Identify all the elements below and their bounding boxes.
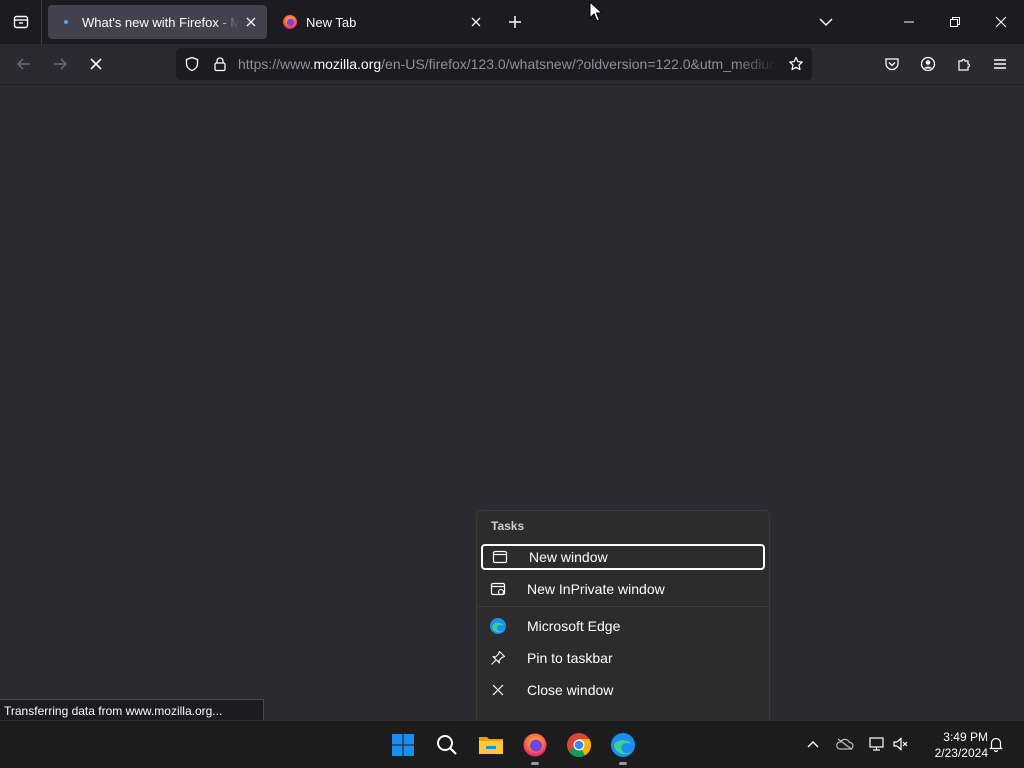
search-icon [437, 735, 457, 755]
tab-bar: What's new with Firefox - More New Tab [0, 0, 1024, 44]
jump-list-label: New window [529, 549, 608, 565]
jump-list-microsoft-edge[interactable]: Microsoft Edge [481, 613, 765, 639]
volume-tray-button[interactable] [890, 733, 912, 755]
edge-taskbar-button[interactable] [603, 725, 643, 765]
chevron-up-icon [807, 741, 819, 748]
address-bar[interactable]: https://www.mozilla.org/en-US/firefox/12… [176, 48, 812, 80]
tracking-protection-shield-icon[interactable] [184, 56, 200, 72]
firefox-view-button[interactable] [0, 0, 42, 44]
pocket-button[interactable] [876, 48, 908, 80]
firefox-taskbar-button[interactable] [515, 725, 555, 765]
url-prefix: https://www. [238, 56, 314, 72]
app-menu-button[interactable] [984, 48, 1016, 80]
hamburger-menu-icon [994, 59, 1006, 69]
arrow-right-icon [54, 58, 68, 70]
minimize-button[interactable] [886, 0, 932, 44]
volume-muted-icon [893, 737, 908, 751]
jump-list-new-window[interactable]: New window [481, 544, 765, 570]
taskbar-jump-list: Tasks New window New InPrivate window Mi… [476, 510, 770, 720]
tab-title: What's new with Firefox - More [82, 14, 239, 30]
back-button[interactable] [8, 48, 40, 80]
url-host: mozilla.org [313, 56, 382, 72]
network-icon [869, 737, 884, 751]
account-icon [920, 56, 936, 72]
firefox-icon [523, 733, 547, 757]
arrow-left-icon [16, 58, 30, 70]
restore-button[interactable] [932, 0, 978, 44]
network-tray-button[interactable] [866, 733, 888, 755]
edge-icon [611, 733, 635, 757]
jump-list-label: Close window [527, 682, 614, 698]
pin-icon [489, 649, 507, 667]
onedrive-tray-button[interactable] [834, 733, 856, 755]
plus-icon [509, 16, 521, 28]
notifications-button[interactable] [985, 733, 1007, 755]
start-button[interactable] [383, 725, 423, 765]
restore-icon [950, 17, 960, 27]
jump-list-label: New InPrivate window [527, 581, 665, 597]
status-panel: Transferring data from www.mozilla.org..… [0, 699, 264, 721]
chrome-taskbar-button[interactable] [559, 725, 599, 765]
folder-icon [479, 737, 503, 754]
jump-list-label: Pin to taskbar [527, 650, 613, 666]
close-icon [471, 17, 481, 27]
file-explorer-button[interactable] [471, 725, 511, 765]
pocket-icon [885, 58, 899, 71]
chrome-icon [567, 733, 591, 758]
show-hidden-icons-button[interactable] [802, 733, 824, 755]
edge-icon [489, 617, 507, 635]
new-tab-button[interactable] [503, 10, 527, 34]
inprivate-window-icon [489, 580, 507, 598]
close-icon [489, 681, 507, 699]
bell-icon [989, 737, 1003, 752]
close-tab-button[interactable] [239, 10, 263, 34]
list-all-tabs-button[interactable] [803, 0, 849, 44]
windows-logo-icon [392, 734, 414, 756]
running-indicator [531, 762, 539, 765]
navigation-toolbar: https://www.mozilla.org/en-US/firefox/12… [0, 44, 1024, 85]
search-button[interactable] [427, 725, 467, 765]
jump-list-pin-to-taskbar[interactable]: Pin to taskbar [481, 645, 765, 671]
tab-title: New Tab [306, 14, 357, 30]
jump-list-new-inprivate-window[interactable]: New InPrivate window [481, 576, 765, 602]
firefox-view-icon [13, 15, 28, 29]
cloud-offline-icon [836, 738, 854, 750]
taskbar: 3:49 PM 2/23/2024 [0, 720, 1024, 768]
firefox-icon [282, 14, 298, 30]
tab-whats-new[interactable]: What's new with Firefox - More [48, 5, 267, 39]
chevron-down-icon [819, 18, 833, 27]
forward-button[interactable] [44, 48, 76, 80]
clock-time: 3:49 PM [943, 730, 988, 744]
close-icon [995, 16, 1007, 28]
running-indicator [619, 762, 627, 765]
url-path: /en-US/firefox/123.0/whatsnew/?oldversio… [381, 56, 778, 72]
window-icon [491, 548, 509, 566]
close-icon [246, 17, 256, 27]
tab-new-tab[interactable]: New Tab [272, 5, 492, 39]
stop-icon [90, 58, 102, 70]
minimize-icon [904, 21, 914, 23]
lock-icon[interactable] [212, 56, 228, 72]
jump-list-label: Microsoft Edge [527, 618, 621, 634]
jump-list-close-window[interactable]: Close window [481, 677, 765, 703]
jump-list-divider [477, 606, 769, 607]
taskbar-clock[interactable]: 3:49 PM 2/23/2024 [920, 729, 988, 761]
puzzle-icon [958, 58, 971, 71]
clock-date: 2/23/2024 [934, 746, 988, 760]
stop-loading-button[interactable] [80, 48, 112, 80]
account-button[interactable] [912, 48, 944, 80]
close-window-button[interactable] [978, 0, 1024, 44]
jump-list-heading: Tasks [491, 519, 525, 533]
extensions-button[interactable] [948, 48, 980, 80]
url-text[interactable]: https://www.mozilla.org/en-US/firefox/12… [238, 56, 778, 74]
close-tab-button[interactable] [464, 10, 488, 34]
bookmark-star-icon[interactable] [788, 56, 804, 72]
mouse-cursor-icon [589, 1, 603, 22]
loading-dot-icon [58, 14, 74, 30]
